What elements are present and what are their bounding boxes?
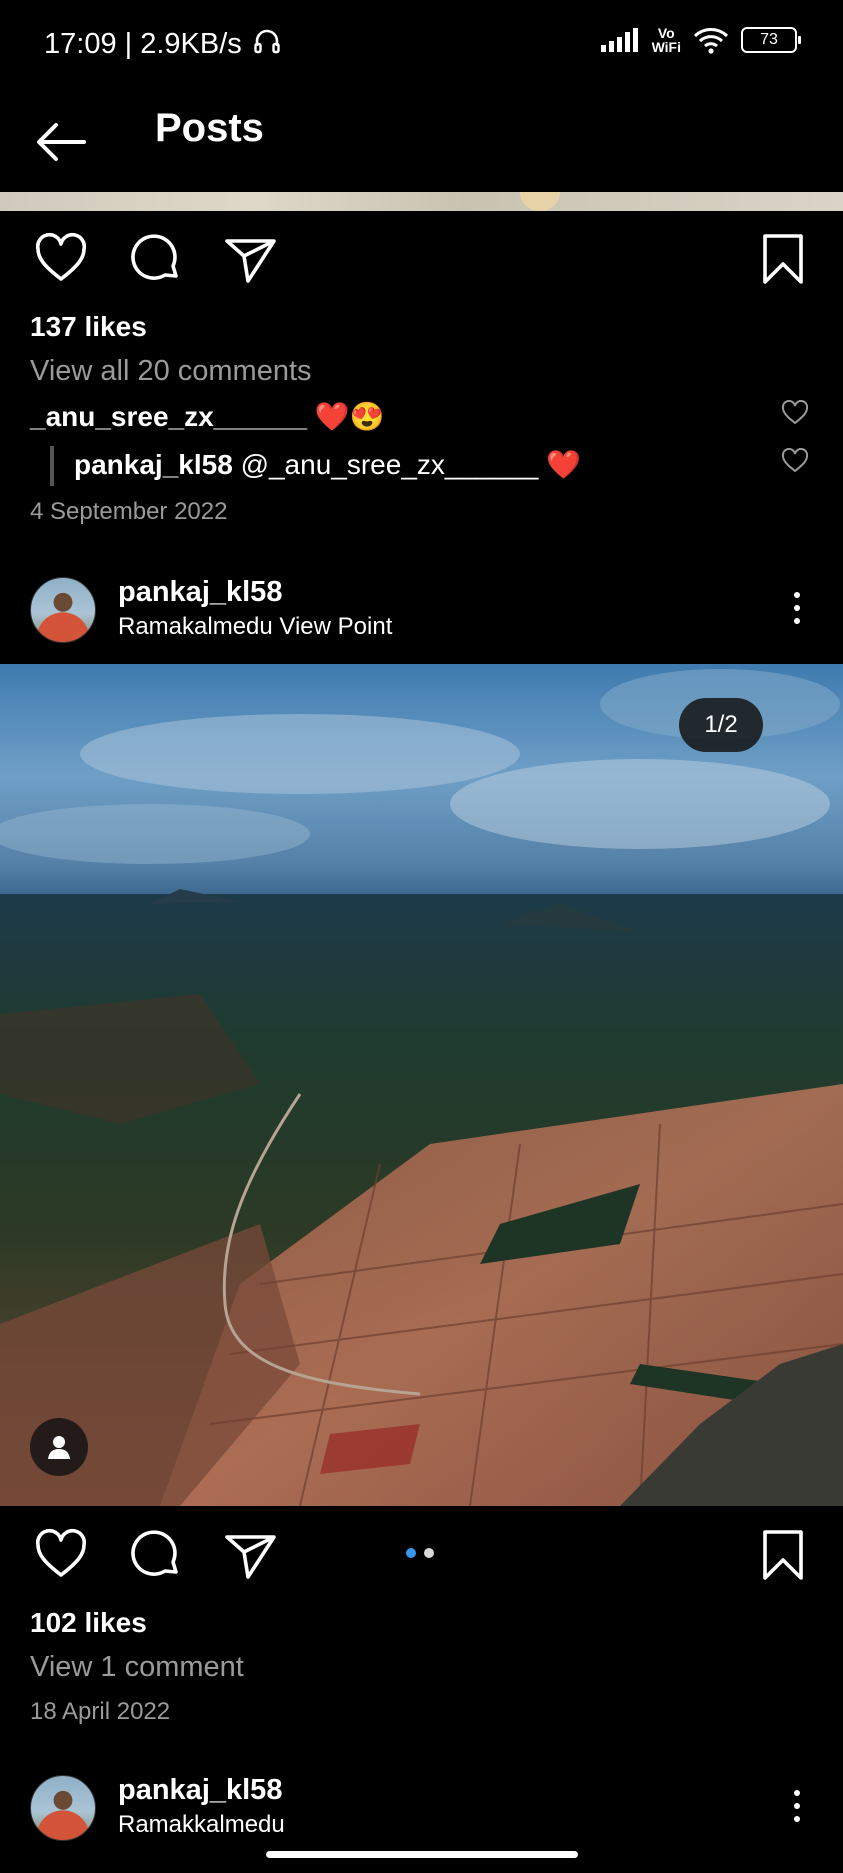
post-date: 18 April 2022 xyxy=(30,1698,171,1725)
reply-row: pankaj_kl58 @_anu_sree_zx______ ❤️ xyxy=(74,448,581,481)
previous-post-image[interactable] xyxy=(0,192,843,211)
bookmark-icon[interactable] xyxy=(756,232,810,286)
view-comments-link[interactable]: View 1 comment xyxy=(30,1651,244,1684)
post-username[interactable]: pankaj_kl58 xyxy=(118,576,282,609)
status-icons: Vo WiFi 73 xyxy=(600,25,801,55)
headphone-icon xyxy=(254,29,280,54)
heart-icon[interactable] xyxy=(34,1528,88,1582)
landscape-image xyxy=(0,664,843,1506)
more-vertical-icon[interactable] xyxy=(792,592,802,631)
battery-indicator: 73 xyxy=(741,27,801,53)
more-vertical-icon[interactable] xyxy=(792,1790,802,1829)
send-icon[interactable] xyxy=(224,1528,278,1582)
status-bar: 17:09 | 2.9KB/s Vo WiFi 73 xyxy=(0,0,843,90)
comment-row: _anu_sree_zx______ ❤️😍 xyxy=(30,400,385,433)
vowifi-label: Vo WiFi xyxy=(651,25,681,55)
reply-like-heart-icon[interactable] xyxy=(781,448,809,474)
status-time: 17:09 | 2.9KB/s xyxy=(44,26,282,61)
likes-count[interactable]: 137 likes xyxy=(30,311,147,343)
reply-username[interactable]: pankaj_kl58 xyxy=(74,449,233,480)
comment-text: ❤️😍 xyxy=(314,401,385,432)
comment-username[interactable]: _anu_sree_zx______ xyxy=(30,401,307,432)
bookmark-icon[interactable] xyxy=(756,1528,810,1582)
reply-mention[interactable]: @_anu_sree_zx______ xyxy=(241,449,539,480)
post-location[interactable]: Ramakkalmedu xyxy=(118,1811,285,1839)
comment-bubble-icon[interactable] xyxy=(129,1528,183,1582)
send-icon[interactable] xyxy=(224,232,278,286)
signal-icon xyxy=(600,28,638,52)
avatar[interactable] xyxy=(30,577,96,643)
carousel-indicator xyxy=(406,1548,434,1558)
view-comments-link[interactable]: View all 20 comments xyxy=(30,355,312,388)
image-counter: 1/2 xyxy=(679,698,763,752)
page-title: Posts xyxy=(155,106,264,150)
comment-bubble-icon[interactable] xyxy=(129,232,183,286)
post-date: 4 September 2022 xyxy=(30,498,228,525)
avatar[interactable] xyxy=(30,1775,96,1841)
tagged-people-button[interactable] xyxy=(30,1418,88,1476)
likes-count[interactable]: 102 likes xyxy=(30,1607,147,1639)
status-time-speed: 17:09 | 2.9KB/s xyxy=(44,28,242,60)
post-photo[interactable] xyxy=(0,664,843,1506)
wifi-icon xyxy=(693,28,729,54)
post-location[interactable]: Ramakalmedu View Point xyxy=(118,613,392,641)
comment-like-heart-icon[interactable] xyxy=(781,400,809,426)
reply-thread-line xyxy=(50,446,54,486)
carousel-dot xyxy=(424,1548,434,1558)
heart-icon[interactable] xyxy=(34,232,88,286)
carousel-dot-active xyxy=(406,1548,416,1558)
arrow-left-icon[interactable] xyxy=(34,115,88,169)
home-indicator[interactable] xyxy=(266,1851,578,1858)
person-tag-icon xyxy=(48,1436,70,1459)
post-username[interactable]: pankaj_kl58 xyxy=(118,1774,282,1807)
reply-emoji: ❤️ xyxy=(546,449,581,480)
top-nav: Posts xyxy=(0,90,843,190)
